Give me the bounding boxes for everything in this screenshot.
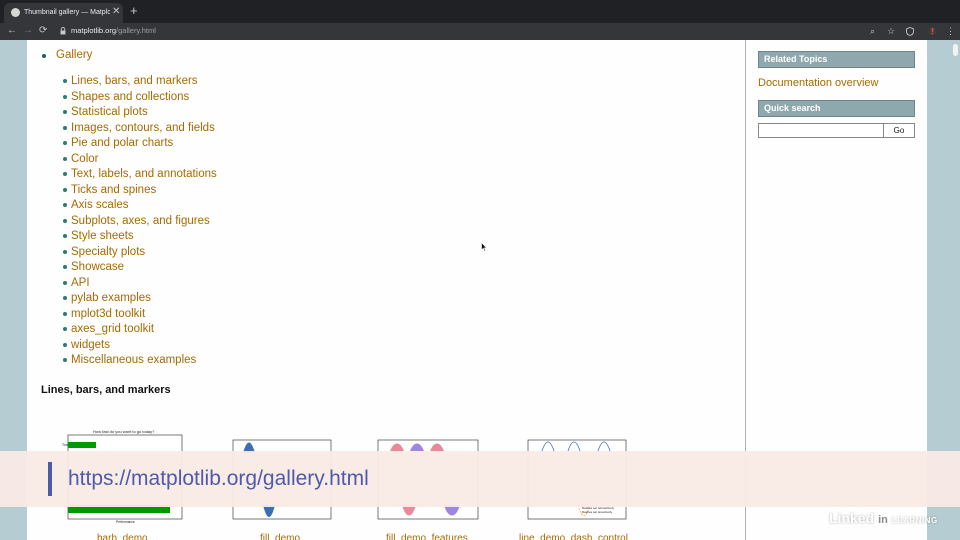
list-bullet [63, 249, 67, 254]
list-bullet [63, 172, 67, 176]
watermark-learning: LEARNING [891, 516, 938, 525]
gallery-category-link[interactable]: Statistical plots [71, 105, 148, 119]
thumbnail-link[interactable]: fill_demo_features [386, 533, 468, 540]
gallery-category-link[interactable]: Specialty plots [71, 245, 145, 259]
list-bullet [63, 156, 67, 161]
legend-entry: Dashes set proactively [582, 510, 613, 514]
thumbnail-chart-title: How fast do you want to go today? [93, 429, 155, 434]
gallery-category-link[interactable]: Pie and polar charts [71, 136, 173, 150]
list-bullet [63, 187, 67, 192]
thumbnail-link[interactable]: barh_demo [97, 533, 148, 540]
gallery-category-link[interactable]: Color [71, 152, 98, 166]
section-heading: Lines, bars, and markers [41, 384, 171, 396]
address-bar[interactable]: matplotlib.org/gallery.html [71, 25, 156, 37]
gallery-category-link[interactable]: Style sheets [71, 229, 134, 243]
close-tab-icon[interactable]: ✕ [112, 6, 120, 18]
watermark-linked: Linked [829, 510, 875, 526]
gallery-category-link[interactable]: Images, contours, and fields [71, 121, 215, 135]
list-bullet [63, 234, 67, 238]
gallery-category-link[interactable]: Subplots, axes, and figures [71, 214, 210, 228]
watermark-in-logo: in [876, 513, 890, 527]
lock-icon [60, 27, 66, 35]
list-bullet [63, 358, 67, 362]
mouse-cursor-icon [481, 242, 487, 252]
thumbnail-xlabel: Performance [116, 520, 135, 524]
overlay-url-text: https://matplotlib.org/gallery.html [68, 467, 369, 490]
thumbnail-tick-label: Tom [62, 443, 69, 447]
gallery-category-link[interactable]: Text, labels, and annotations [71, 167, 217, 181]
url-domain: matplotlib.org [71, 26, 117, 35]
gallery-category-link[interactable]: axes_grid toolkit [71, 322, 154, 336]
extension-icon[interactable] [928, 26, 937, 36]
list-bullet [63, 265, 67, 269]
zoom-icon[interactable]: ⌕ [870, 25, 875, 37]
gallery-category-link[interactable]: API [71, 276, 90, 290]
gallery-category-link[interactable]: widgets [71, 338, 110, 352]
search-input[interactable] [758, 123, 884, 138]
gallery-category-link[interactable]: Axis scales [71, 198, 129, 212]
forward-icon[interactable]: → [23, 24, 33, 38]
list-bullet [63, 296, 67, 300]
browser-tab-bar: Thumbnail gallery — Matplotli ✕ + [0, 0, 960, 23]
list-bullet [63, 110, 67, 114]
reload-icon[interactable]: ⟳ [39, 24, 47, 38]
list-bullet [63, 342, 67, 347]
shield-extension-icon[interactable] [906, 27, 914, 36]
gallery-category-link[interactable]: Showcase [71, 260, 124, 274]
browser-toolbar: ← → ⟳ matplotlib.org/gallery.html ⌕ ☆ ⋮ [0, 23, 960, 40]
browser-tab[interactable]: Thumbnail gallery — Matplotli ✕ [4, 3, 123, 23]
go-button[interactable]: Go [883, 123, 915, 138]
list-bullet [63, 218, 67, 223]
gallery-category-link[interactable]: Ticks and spines [71, 183, 156, 197]
new-tab-button[interactable]: + [130, 3, 138, 19]
list-bullet [63, 94, 67, 99]
browser-menu-icon[interactable]: ⋮ [946, 25, 955, 37]
banner-accent-bar [48, 462, 52, 496]
url-overlay-banner: https://matplotlib.org/gallery.html [0, 451, 960, 507]
matplotlib-favicon-icon [11, 8, 20, 17]
gallery-category-link[interactable]: pylab examples [71, 291, 151, 305]
back-icon[interactable]: ← [7, 24, 17, 38]
gallery-category-link[interactable]: Miscellaneous examples [71, 353, 196, 367]
linkedin-learning-watermark: Linked in LEARNING [829, 509, 938, 530]
url-path: /gallery.html [116, 26, 156, 35]
list-bullet [63, 79, 67, 83]
list-bullet [63, 141, 67, 145]
gallery-link[interactable]: Gallery [56, 48, 92, 62]
related-topics-header: Related Topics [758, 51, 915, 68]
gallery-category-link[interactable]: Shapes and collections [71, 90, 189, 104]
list-bullet [42, 54, 46, 58]
thumbnail-link[interactable]: line_demo_dash_control [519, 533, 628, 540]
tab-title: Thumbnail gallery — Matplotli [24, 9, 110, 16]
gallery-category-link[interactable]: mplot3d toolkit [71, 307, 145, 321]
list-bullet [63, 311, 67, 316]
barh-bar [68, 442, 96, 448]
list-bullet [63, 203, 67, 207]
page-scrollbar-thumb[interactable] [953, 44, 958, 56]
list-bullet [63, 280, 67, 285]
quick-search-header: Quick search [758, 100, 915, 117]
list-bullet [63, 125, 67, 130]
list-bullet [63, 327, 67, 331]
thumbnail-link[interactable]: fill_demo [260, 533, 300, 540]
bookmark-star-icon[interactable]: ☆ [887, 25, 895, 37]
documentation-overview-link[interactable]: Documentation overview [758, 76, 878, 90]
gallery-category-link[interactable]: Lines, bars, and markers [71, 74, 198, 88]
